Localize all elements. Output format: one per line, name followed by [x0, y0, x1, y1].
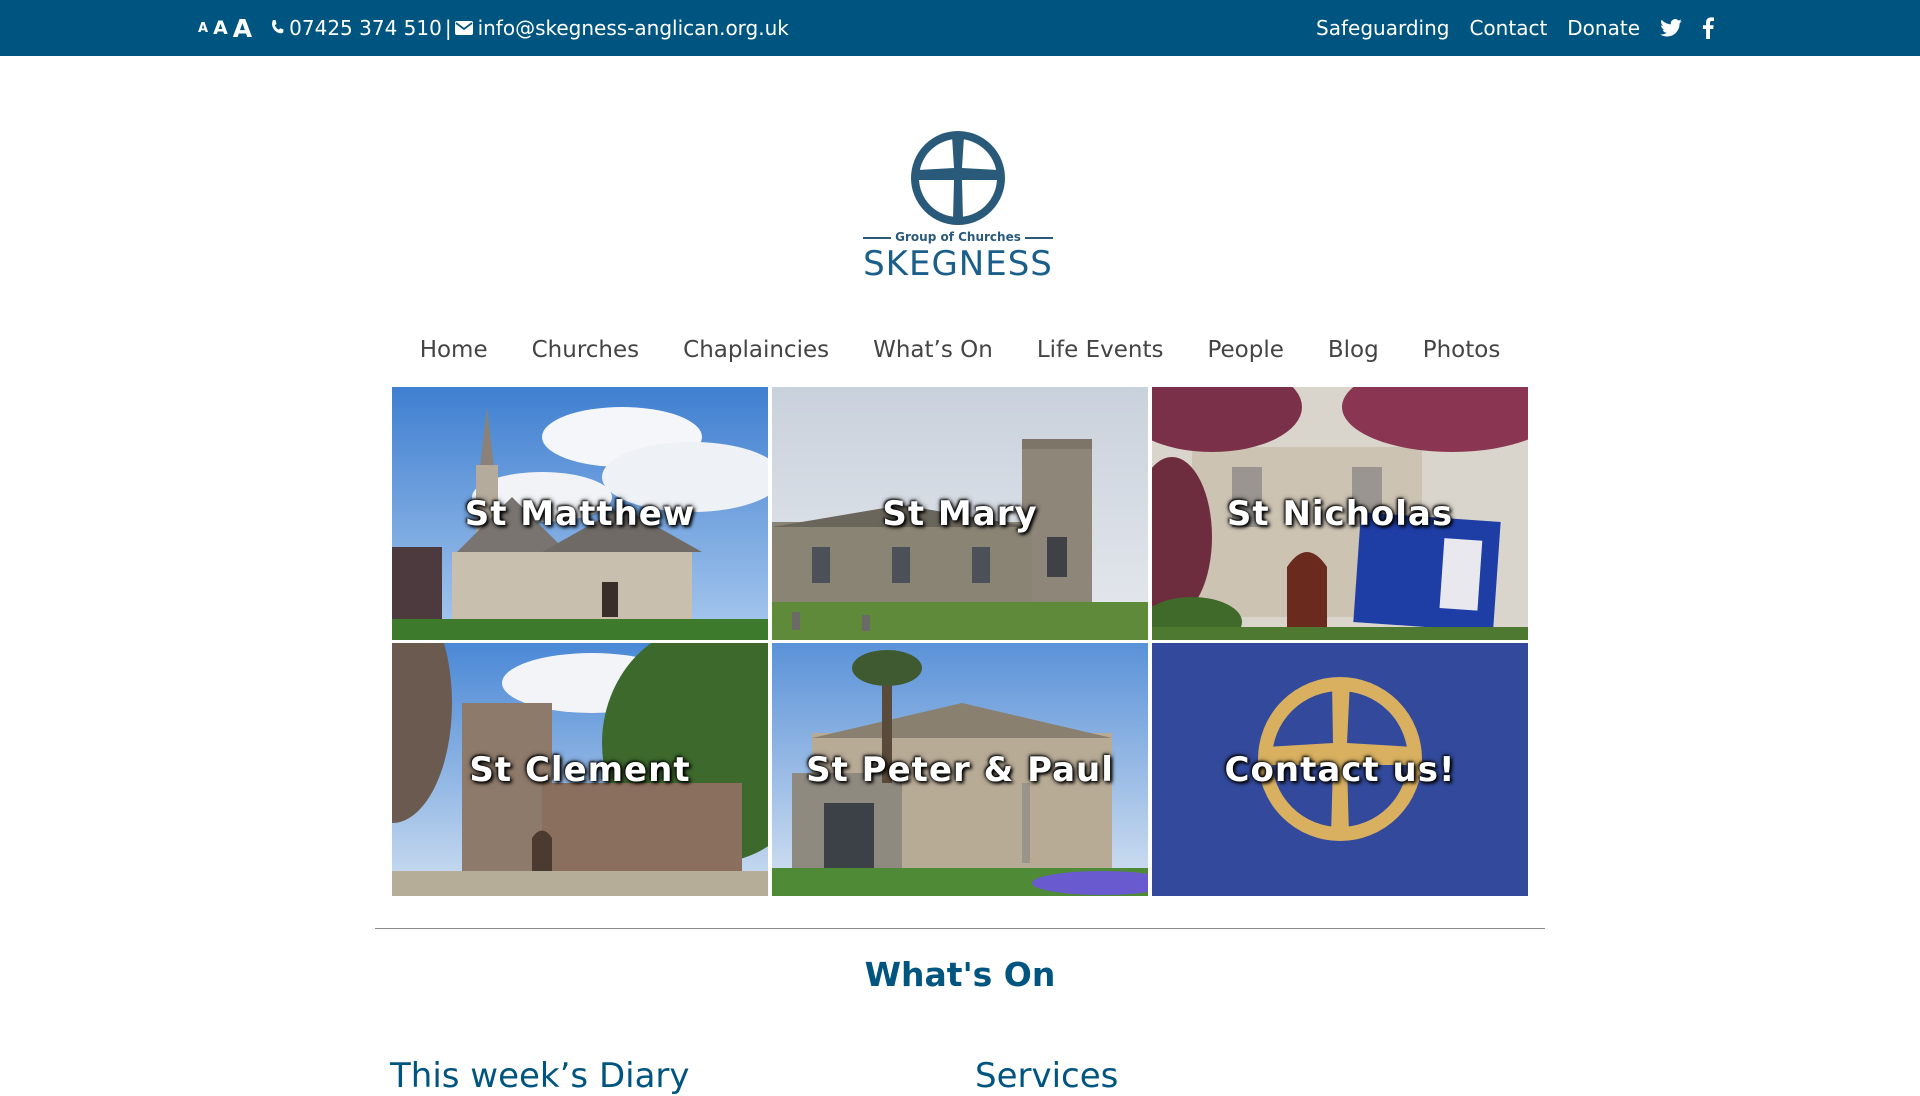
donate-link[interactable]: Donate: [1567, 16, 1640, 40]
envelope-icon: [454, 16, 473, 40]
tile-st-nicholas[interactable]: St Nicholas: [1152, 387, 1528, 640]
main-nav: Home Churches Chaplaincies What’s On Lif…: [0, 330, 1920, 370]
logo-tagline: Group of Churches: [858, 230, 1058, 244]
tile-contact-us[interactable]: Contact us!: [1152, 643, 1528, 896]
nav-chaplaincies[interactable]: Chaplaincies: [661, 330, 851, 370]
facebook-icon[interactable]: [1702, 17, 1714, 39]
site-logo[interactable]: Group of Churches SKEGNESS: [858, 128, 1058, 284]
nav-home[interactable]: Home: [398, 330, 510, 370]
services-heading[interactable]: Services: [975, 1056, 1118, 1096]
font-size-large-button[interactable]: A: [233, 14, 252, 43]
email-link[interactable]: info@skegness-anglican.org.uk: [478, 16, 789, 40]
contact-link[interactable]: Contact: [1469, 16, 1547, 40]
nav-blog[interactable]: Blog: [1306, 330, 1401, 370]
nav-people[interactable]: People: [1185, 330, 1305, 370]
diary-heading[interactable]: This week’s Diary: [390, 1056, 690, 1096]
tile-label: Contact us!: [1224, 749, 1456, 790]
whats-on-title: What's On: [864, 955, 1056, 994]
tile-label: St Peter & Paul: [806, 749, 1114, 790]
twitter-icon[interactable]: [1660, 19, 1682, 37]
font-size-small-button[interactable]: A: [198, 21, 208, 36]
cross-circle-icon: [911, 131, 1005, 225]
top-separator: |: [444, 16, 452, 40]
tile-label: St Nicholas: [1226, 493, 1454, 534]
logo-name: SKEGNESS: [863, 244, 1053, 284]
phone-number[interactable]: 07425 374 510: [289, 16, 442, 40]
tile-st-matthew[interactable]: St Matthew: [392, 387, 768, 640]
nav-photos[interactable]: Photos: [1401, 330, 1523, 370]
phone-icon: [270, 16, 284, 40]
tile-st-peter-paul[interactable]: St Peter & Paul: [772, 643, 1148, 896]
top-bar: A A A 07425 374 510 | info@skegness-angl…: [0, 0, 1920, 56]
nav-life-events[interactable]: Life Events: [1015, 330, 1186, 370]
top-bar-right: Safeguarding Contact Donate: [1316, 0, 1714, 56]
nav-churches[interactable]: Churches: [510, 330, 662, 370]
nav-whats-on[interactable]: What’s On: [851, 330, 1015, 370]
tile-label: St Mary: [882, 493, 1038, 534]
tile-label: St Matthew: [464, 493, 696, 534]
top-bar-left: A A A 07425 374 510 | info@skegness-angl…: [198, 0, 789, 56]
tile-st-mary[interactable]: St Mary: [772, 387, 1148, 640]
tile-st-clement[interactable]: St Clement: [392, 643, 768, 896]
section-divider: [375, 928, 1545, 929]
church-tiles-grid: St Matthew St Mary St Nicholas St Clemen…: [392, 387, 1529, 897]
font-size-medium-button[interactable]: A: [213, 17, 228, 39]
safeguarding-link[interactable]: Safeguarding: [1316, 16, 1449, 40]
tile-label: St Clement: [469, 749, 691, 790]
